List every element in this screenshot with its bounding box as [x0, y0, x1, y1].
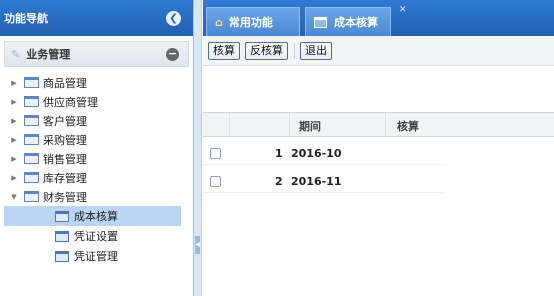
tree-item-label: 财务管理	[43, 190, 87, 204]
expand-arrow-icon[interactable]: ▶	[9, 117, 19, 125]
tree-item-sales[interactable]: ▶ 销售管理	[0, 149, 193, 168]
tree-child-cost-accounting[interactable]: 成本核算	[4, 206, 181, 226]
row-period: 2016-11	[291, 175, 342, 188]
column-divider	[229, 113, 230, 137]
tree-item-label: 销售管理	[43, 152, 87, 166]
home-icon: ⌂	[215, 15, 223, 29]
folder-icon	[24, 172, 39, 183]
column-header-period[interactable]: 期间	[299, 118, 321, 134]
tree-item-customers[interactable]: ▶ 客户管理	[0, 111, 193, 130]
section-label: 业务管理	[26, 48, 71, 61]
document-icon	[55, 210, 69, 222]
calculate-button[interactable]: 核算	[208, 41, 240, 60]
folder-icon	[24, 134, 39, 145]
reverse-calculate-button[interactable]: 反核算	[245, 41, 288, 60]
splitter-grip-icon[interactable]: ◀	[195, 236, 200, 254]
sidebar-title: 功能导航	[4, 12, 48, 25]
row-number: 2	[275, 175, 283, 188]
row-checkbox[interactable]	[210, 176, 221, 187]
column-header-calculate[interactable]: 核算	[397, 118, 419, 134]
tab-cost-accounting[interactable]: 成本核算	[305, 7, 391, 36]
tree-child-voucher-settings[interactable]: 凭证设置	[4, 226, 181, 246]
tree-item-suppliers[interactable]: ▶ 供应商管理	[0, 92, 193, 111]
table-row[interactable]: 1 2016-10	[203, 143, 446, 165]
expand-arrow-icon[interactable]: ▶	[9, 79, 19, 87]
column-divider	[385, 113, 386, 137]
tag-icon: ✎	[11, 47, 21, 61]
document-icon	[55, 250, 69, 262]
tree-child-label: 凭证设置	[74, 230, 118, 243]
expand-arrow-icon[interactable]: ▶	[9, 136, 19, 144]
expand-arrow-icon[interactable]: ▶	[9, 155, 19, 163]
tab-common-functions[interactable]: ⌂ 常用功能	[206, 7, 300, 36]
row-period: 2016-10	[291, 147, 342, 160]
sidebar-header: 功能导航 ❮	[0, 0, 193, 36]
document-icon	[55, 230, 69, 242]
tree-item-label: 库存管理	[43, 171, 87, 185]
collapse-left-icon[interactable]: ❮	[166, 11, 181, 26]
toolbar: 核算 反核算 退出	[203, 36, 554, 66]
toolbar-divider	[294, 42, 295, 59]
folder-icon	[24, 115, 39, 126]
grid-header: 期间 核算	[203, 112, 554, 137]
folder-icon	[24, 77, 39, 88]
folder-icon	[24, 191, 39, 202]
tree-item-products[interactable]: ▶ 商品管理	[0, 73, 193, 92]
tree-item-finance[interactable]: ▼ 财务管理	[0, 187, 193, 206]
table-row[interactable]: 2 2016-11	[203, 171, 446, 193]
tree-child-label: 成本核算	[74, 210, 118, 223]
tab-label: 成本核算	[334, 16, 378, 29]
section-business-management[interactable]: ✎ 业务管理 −	[4, 41, 189, 67]
collapse-arrow-icon[interactable]: ▼	[9, 193, 19, 201]
tree-item-label: 供应商管理	[43, 95, 98, 109]
panel-splitter[interactable]: ◀	[194, 0, 202, 296]
document-icon	[314, 16, 327, 28]
row-checkbox[interactable]	[210, 148, 221, 159]
close-tab-icon[interactable]: ✕	[399, 5, 407, 15]
tree-item-label: 商品管理	[43, 76, 87, 90]
row-number: 1	[275, 147, 283, 160]
folder-icon	[24, 96, 39, 107]
tree-child-voucher-management[interactable]: 凭证管理	[4, 246, 181, 266]
tab-bar: ⌂ 常用功能 成本核算 ✕	[203, 0, 554, 36]
expand-arrow-icon[interactable]: ▶	[9, 174, 19, 182]
tree-child-label: 凭证管理	[74, 250, 118, 263]
column-divider	[289, 113, 290, 137]
expand-arrow-icon[interactable]: ▶	[9, 98, 19, 106]
tree-item-label: 采购管理	[43, 133, 87, 147]
tree-item-label: 客户管理	[43, 114, 87, 128]
main-panel: ⌂ 常用功能 成本核算 ✕ 核算 反核算 退出 期间 核算 1 2016-10 …	[203, 0, 554, 296]
collapse-section-icon[interactable]: −	[166, 48, 179, 61]
tab-label: 常用功能	[228, 16, 273, 29]
sidebar: 功能导航 ❮ ✎ 业务管理 − ▶ 商品管理 ▶ 供应商管理 ▶ 客户管理 ▶ …	[0, 0, 194, 296]
data-grid: 期间 核算 1 2016-10 2 2016-11	[203, 112, 554, 193]
tree-item-inventory[interactable]: ▶ 库存管理	[0, 168, 193, 187]
tree-item-purchasing[interactable]: ▶ 采购管理	[0, 130, 193, 149]
exit-button[interactable]: 退出	[300, 41, 332, 60]
nav-tree: ▶ 商品管理 ▶ 供应商管理 ▶ 客户管理 ▶ 采购管理 ▶ 销售管理 ▶ 库存…	[0, 73, 193, 266]
folder-icon	[24, 153, 39, 164]
